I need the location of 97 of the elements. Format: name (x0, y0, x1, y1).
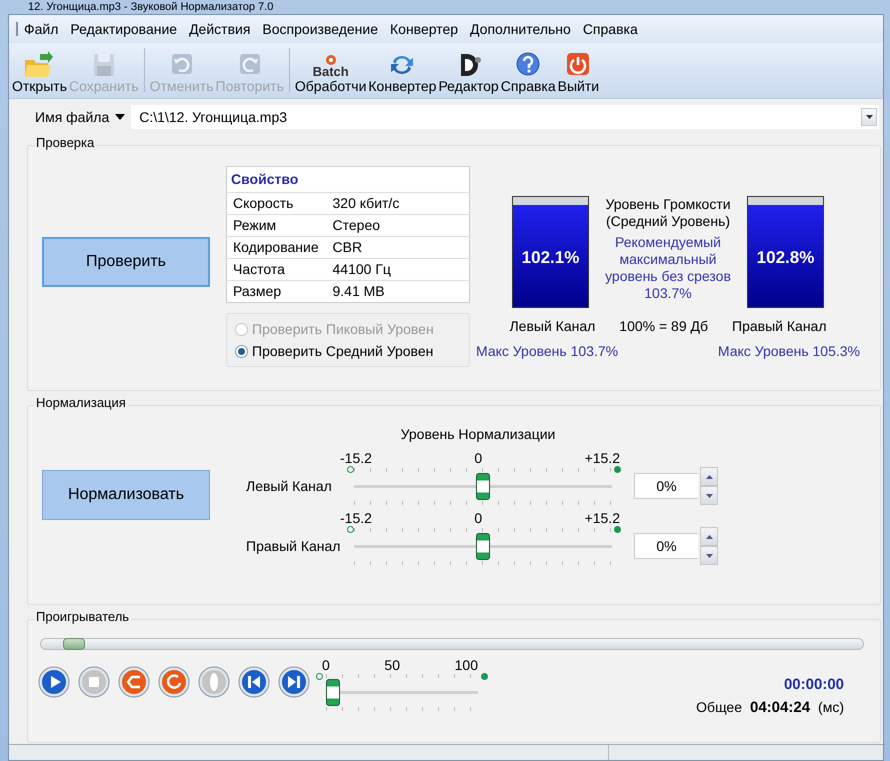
group-title: Проверка (34, 136, 96, 150)
repeat-icon (158, 666, 190, 698)
radio-button[interactable] (235, 344, 248, 358)
player-button[interactable] (38, 666, 70, 698)
property-name: Частота (226, 258, 326, 280)
property-value: CBR (326, 236, 470, 258)
menu-item[interactable]: Действия (183, 18, 256, 40)
channel-label: Левый Канал (246, 476, 333, 496)
play-icon (38, 666, 70, 698)
toolbar-button[interactable]: Выйти (556, 48, 600, 94)
menu-item[interactable]: Дополнительно (464, 18, 577, 40)
endpoint-dot (347, 466, 354, 473)
scale-label: +15.2 (584, 511, 620, 526)
check-button[interactable]: Проверить (42, 237, 210, 287)
percent-field[interactable]: 0% (634, 473, 698, 499)
grip-icon (15, 21, 18, 37)
scale-label: -15.2 (340, 511, 372, 526)
menu-item[interactable]: Конвертер (384, 18, 464, 40)
percent-field[interactable]: 0% (634, 533, 698, 559)
player-button[interactable] (158, 666, 190, 698)
total-time: 04:04:24 (750, 698, 810, 718)
property-name: Кодирование (226, 236, 326, 258)
property-value: 9.41 MB (326, 280, 470, 302)
batch-label: Batch (312, 66, 349, 78)
scale-label: 50 (384, 658, 400, 673)
recommended-level: максимальный (618, 251, 718, 268)
property-value: 320 кбит/с (326, 192, 470, 214)
previous-icon (238, 666, 270, 698)
max-level: Макс Уровень 105.3% (718, 342, 860, 361)
property-name: Размер (226, 280, 326, 302)
menu-item[interactable]: Справка (576, 18, 644, 40)
meter-value: 102.1% (520, 247, 580, 269)
meter-title: Уровень Громкости (605, 196, 731, 213)
field-label: Имя файла (35, 108, 110, 127)
property-name: Скорость (226, 192, 326, 214)
max-level: Макс Уровень 103.7% (476, 342, 618, 361)
endpoint-dot (347, 526, 354, 533)
menu-item[interactable]: Файл (18, 18, 64, 40)
endpoint-dot (316, 673, 323, 680)
next-icon (278, 666, 310, 698)
radio-label[interactable]: Проверить Средний Уровен (252, 340, 434, 362)
scale-label: 100 (454, 658, 478, 673)
menu-item[interactable]: Воспроизведение (256, 18, 384, 40)
time-unit: (мс) (818, 698, 844, 717)
down-arrow-icon[interactable] (706, 554, 712, 558)
scale-label: 100% = 89 Дб (619, 317, 708, 336)
up-arrow-icon[interactable] (706, 534, 712, 538)
scale-label: +15.2 (584, 451, 620, 466)
slider-thumb[interactable] (476, 532, 490, 560)
elapsed-time: 00:00:00 (784, 675, 844, 695)
channel-label: Левый Канал (509, 317, 596, 336)
player-button[interactable] (238, 666, 270, 698)
window-title: 12. Угонщица.mp3 - Звуковой Нормализатор 7.0 (27, 0, 274, 14)
recommended-level: Рекомендуемый (614, 234, 722, 251)
speaker-icon (198, 666, 230, 698)
normalize-button[interactable]: Нормализовать (42, 470, 210, 520)
meter-title: (Средний Уровень) (606, 213, 730, 230)
toolbar-button[interactable]: Справка (500, 48, 557, 94)
property-value: 44100 Гц (326, 258, 470, 280)
property-value: Стерео (326, 214, 470, 236)
caret-icon[interactable] (866, 115, 872, 119)
endpoint-dot (614, 526, 621, 533)
seek-thumb[interactable] (62, 638, 85, 650)
toolbar-button[interactable]: Batch Обработчи (294, 48, 368, 94)
channel-label: Правый Канал (246, 536, 342, 556)
property-name: Режим (226, 214, 326, 236)
scale-label: -15.2 (340, 451, 372, 466)
player-button[interactable] (118, 666, 150, 698)
loop-icon (118, 666, 150, 698)
down-arrow-icon[interactable] (706, 494, 712, 498)
caret-icon[interactable] (115, 114, 126, 120)
slider-thumb[interactable] (476, 472, 490, 500)
player-button[interactable] (278, 666, 310, 698)
group-title: Нормализация (34, 396, 128, 410)
scale-label: 0 (474, 451, 482, 466)
channel-label: Правый Канал (732, 317, 827, 336)
menu-item[interactable]: Редактирование (64, 18, 184, 40)
recommended-level: уровень без срезов (605, 268, 731, 285)
gear-icon (324, 54, 337, 66)
total-label: Общее (696, 698, 742, 717)
scale-label: 0 (474, 511, 482, 526)
scale-label: 0 (322, 658, 330, 673)
endpoint-dot (614, 466, 621, 473)
up-arrow-icon[interactable] (706, 474, 712, 478)
table-header: Свойство (226, 166, 470, 192)
toolbar-button[interactable]: Открыть (11, 48, 68, 94)
stop-icon (78, 666, 110, 698)
slider-thumb[interactable] (326, 679, 340, 706)
toolbar-button[interactable]: Редактор (437, 48, 500, 94)
endpoint-dot (481, 673, 488, 680)
toolbar-button[interactable]: Конвертер (367, 48, 438, 94)
radio-label: Проверить Пиковый Уровен (252, 320, 434, 339)
recommended-level: 103.7% (643, 285, 693, 302)
meter-value: 102.8% (756, 247, 816, 269)
group-title: Проигрыватель (34, 610, 132, 624)
file-path-field[interactable]: C:\1\12. Угонщица.mp3 (131, 105, 879, 129)
slider-title: Уровень Нормализации (400, 426, 556, 442)
